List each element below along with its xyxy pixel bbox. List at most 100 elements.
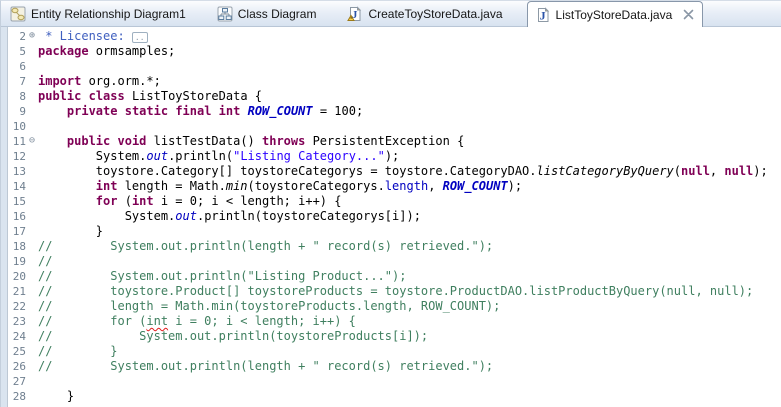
line-number[interactable]: 13: [8, 164, 26, 179]
line-number[interactable]: 27: [8, 374, 26, 389]
line-number[interactable]: 21: [8, 284, 26, 299]
line-number[interactable]: 20: [8, 269, 26, 284]
line-number[interactable]: 28: [8, 389, 26, 404]
code-text[interactable]: import org.orm.*;: [38, 74, 161, 89]
tab-label: Class Diagram: [237, 6, 317, 21]
code-text[interactable]: package ormsamples;: [38, 44, 175, 59]
line-number[interactable]: 9: [8, 104, 26, 119]
code-segment: // System.out.println(length + " record(…: [38, 359, 494, 373]
line-number[interactable]: 5: [8, 44, 26, 59]
line-number[interactable]: 22: [8, 299, 26, 314]
code-segment: System.: [38, 209, 176, 223]
code-segment: int: [95, 179, 118, 193]
line-number[interactable]: 10: [8, 119, 26, 134]
code-text[interactable]: }: [38, 224, 103, 239]
code-text[interactable]: int length = Math.min(toystoreCategorys.…: [38, 179, 522, 194]
line-number[interactable]: 26: [8, 359, 26, 374]
code-segment: public: [66, 134, 111, 148]
line-number[interactable]: 7: [8, 74, 26, 89]
code-line: 25 // }: [8, 344, 781, 359]
code-line: 24 // System.out.println(toystoreProducts…: [8, 329, 781, 344]
code-line: 5 package ormsamples;: [8, 44, 781, 59]
code-text[interactable]: // toystore.Product[] toystoreProducts =…: [38, 284, 753, 299]
fold-gutter: [26, 284, 38, 299]
code-segment: for: [95, 194, 118, 208]
code-text[interactable]: // System.out.println("Listing Product..…: [38, 269, 406, 284]
line-number[interactable]: 8: [8, 89, 26, 104]
code-line: 18 // System.out.println(length + " recor…: [8, 239, 781, 254]
line-number[interactable]: 24: [8, 329, 26, 344]
code-text[interactable]: // System.out.println(toystoreProducts[i…: [38, 329, 428, 344]
code-line: 22 // length = Math.min(toystoreProducts.…: [8, 299, 781, 314]
code-segment: i = 0; i < length; i++) {: [153, 194, 342, 208]
code-text[interactable]: // System.out.println(length + " record(…: [38, 359, 493, 374]
code-line: 20 // System.out.println("Listing Product…: [8, 269, 781, 284]
code-line: 7 import org.orm.*;: [8, 74, 781, 89]
line-number[interactable]: 17: [8, 224, 26, 239]
code-segment: listCategoryByQuery: [536, 164, 674, 178]
code-segment: min: [225, 179, 248, 193]
line-number[interactable]: 2: [8, 29, 26, 44]
annotation-ruler[interactable]: [1, 27, 8, 407]
er-diagram-icon: [10, 6, 26, 21]
line-number[interactable]: 12: [8, 149, 26, 164]
code-segment: .println(toystoreCategorys[i]);: [196, 209, 421, 223]
code-line: 8 public class ListToyStoreData {: [8, 89, 781, 104]
code-text[interactable]: System.out.println("Listing Category..."…: [38, 149, 399, 164]
line-number[interactable]: 11: [8, 134, 26, 149]
fold-gutter: [26, 314, 38, 329]
line-number[interactable]: 19: [8, 254, 26, 269]
code-line: 2 ⊕ * Licensee: ..: [8, 29, 781, 44]
fold-gutter: [26, 104, 38, 119]
line-number[interactable]: 23: [8, 314, 26, 329]
line-number[interactable]: 16: [8, 209, 26, 224]
code-segment: class: [88, 89, 125, 103]
close-icon[interactable]: [683, 9, 694, 20]
code-segment: );: [507, 179, 523, 193]
code-text[interactable]: public class ListToyStoreData {: [38, 89, 262, 104]
code-segment: // }: [38, 344, 118, 358]
code-text[interactable]: toystore.Category[] toystoreCategorys = …: [38, 164, 768, 179]
tab-createtoystoredata-java[interactable]: J CreateToyStoreData.java: [340, 1, 526, 26]
fold-collapse-icon[interactable]: ⊖: [26, 134, 38, 149]
java-file-icon: J: [537, 6, 549, 22]
code-text[interactable]: //: [38, 254, 52, 269]
code-text[interactable]: public void listTestData() throws Persis…: [38, 134, 464, 149]
code-segment: );: [753, 164, 768, 178]
code-text[interactable]: }: [38, 389, 74, 404]
fold-expand-icon[interactable]: ⊕: [26, 29, 38, 44]
code-text[interactable]: // length = Math.min(toystoreProducts.le…: [38, 299, 500, 314]
code-segment: ,: [428, 179, 443, 193]
line-number[interactable]: 25: [8, 344, 26, 359]
code-segment: i = 0; i < length; i++) {: [168, 314, 356, 328]
folded-region-placeholder[interactable]: ..: [131, 32, 148, 43]
editor-tab-bar: Entity Relationship Diagram1 Class Diagr…: [1, 1, 781, 27]
line-number[interactable]: 18: [8, 239, 26, 254]
line-number[interactable]: 6: [8, 59, 26, 74]
code-segment: org.orm.*;: [81, 74, 161, 88]
code-line: 26 // System.out.println(length + " recor…: [8, 359, 781, 374]
tab-listtoystoredata-java[interactable]: J ListToyStoreData.java: [526, 1, 704, 27]
code-text[interactable]: // System.out.println(length + " record(…: [38, 239, 493, 254]
fold-gutter: [26, 74, 38, 89]
code-segment: .println(: [168, 149, 234, 163]
line-number[interactable]: 14: [8, 179, 26, 194]
code-text[interactable]: * Licensee: ..: [38, 29, 148, 44]
code-segment: }: [38, 389, 75, 403]
line-number[interactable]: 15: [8, 194, 26, 209]
tab-entity-relationship-diagram1[interactable]: Entity Relationship Diagram1: [3, 1, 210, 26]
code-text[interactable]: for (int i = 0; i < length; i++) {: [38, 194, 342, 209]
code-text[interactable]: System.out.println(toystoreCategorys[i])…: [38, 209, 421, 224]
code-pane[interactable]: 2 ⊕ * Licensee: .. 5 package ormsamples; 6 7 i…: [8, 27, 781, 407]
code-segment: throws: [262, 134, 306, 148]
code-segment: final: [175, 104, 212, 118]
tab-class-diagram[interactable]: Class Diagram: [210, 1, 341, 26]
code-text[interactable]: // }: [38, 344, 117, 359]
code-text[interactable]: // for (int i = 0; i < length; i++) {: [38, 314, 356, 329]
code-text[interactable]: private static final int ROW_COUNT = 100…: [38, 104, 363, 119]
code-segment: listTestData(): [146, 134, 262, 148]
